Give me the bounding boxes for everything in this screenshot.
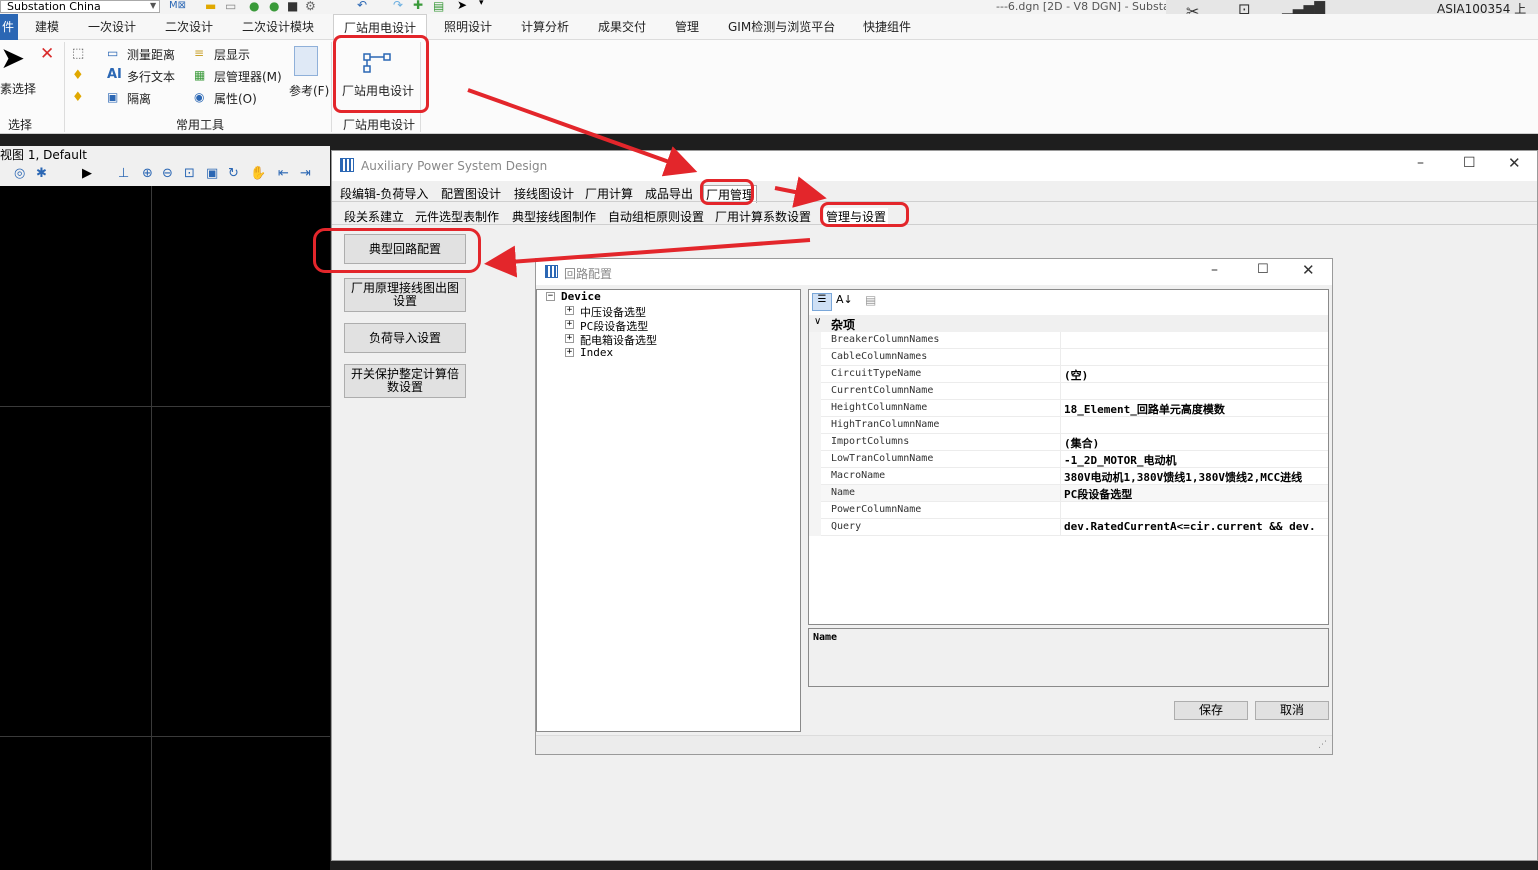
arrow-to-circuit-button — [484, 238, 811, 278]
annotation-arrows — [467, 88, 827, 278]
arrow-to-settings-tab — [774, 176, 827, 208]
arrow-to-aux-tab — [467, 88, 698, 177]
